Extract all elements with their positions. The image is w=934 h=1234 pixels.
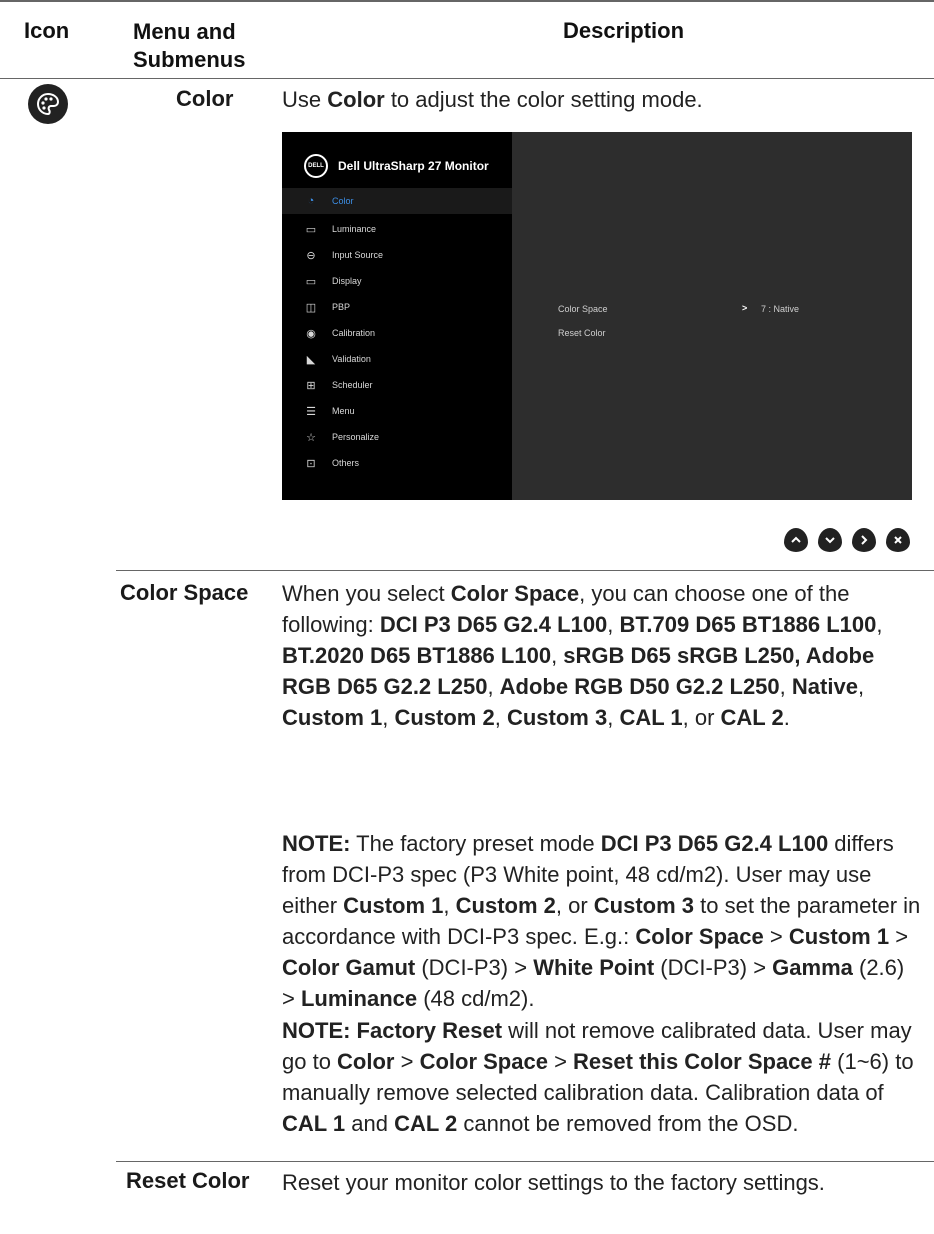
luminance-icon: ▭ — [305, 223, 317, 236]
osd-brand: DELL Dell UltraSharp 27 Monitor — [304, 154, 489, 178]
section-rule-color-space — [116, 570, 934, 571]
color-desc-pre: Use — [282, 87, 328, 112]
osd-item-input-source[interactable]: ⊖ Input Source — [304, 242, 512, 268]
osd-sub-color-space[interactable]: Color Space — [558, 304, 608, 314]
dell-logo: DELL — [304, 154, 328, 178]
color-space-note-1: NOTE: The factory preset mode DCI P3 D65… — [282, 831, 921, 1011]
display-icon: ▭ — [305, 275, 317, 288]
osd-item-scheduler[interactable]: ⊞ Scheduler — [304, 372, 512, 398]
osd-item-label: Input Source — [332, 250, 384, 260]
close-icon[interactable] — [886, 528, 910, 552]
chevron-right-icon: > — [742, 303, 748, 313]
chevron-down-icon[interactable] — [818, 528, 842, 552]
calibration-icon: ◉ — [306, 327, 316, 340]
header-menu-line1: Menu and — [133, 19, 236, 44]
osd-item-pbp[interactable]: ◫ PBP — [304, 294, 512, 320]
header-menu-line2: Submenus — [133, 47, 246, 72]
osd-item-color[interactable]: ◔ Color — [282, 188, 512, 214]
osd-item-calibration[interactable]: ◉ Calibration — [304, 320, 512, 346]
osd-item-display[interactable]: ▭ Display — [304, 268, 512, 294]
menu-icon: ☰ — [306, 405, 316, 418]
osd-item-label: Menu — [332, 406, 355, 416]
scheduler-icon: ⊞ — [306, 379, 316, 392]
chevron-up-icon[interactable] — [784, 528, 808, 552]
osd-item-validation[interactable]: ◣ Validation — [304, 346, 512, 372]
osd-item-label: Others — [332, 458, 360, 468]
osd-sub-reset-color[interactable]: Reset Color — [558, 328, 606, 338]
reset-color-description: Reset your monitor color settings to the… — [282, 1170, 825, 1195]
color-desc-bold: Color — [327, 87, 385, 112]
osd-item-label: Color — [332, 196, 354, 206]
menu-label-color-space: Color Space — [120, 580, 249, 605]
osd-title: Dell UltraSharp 27 Monitor — [338, 159, 489, 173]
nav-buttons — [784, 528, 910, 552]
color-description: Use Color to adjust the color setting mo… — [282, 84, 922, 115]
header-description: Description — [563, 18, 685, 43]
osd-item-label: Validation — [332, 354, 371, 364]
osd-item-personalize[interactable]: ☆ Personalize — [304, 424, 512, 450]
input-source-icon: ⊖ — [306, 249, 316, 262]
osd-item-label: Display — [332, 276, 362, 286]
pbp-icon: ◫ — [305, 301, 317, 314]
others-icon: ⊡ — [306, 457, 316, 470]
color-space-note-2: NOTE: Factory Reset will not remove cali… — [282, 1018, 914, 1136]
osd-item-label: PBP — [332, 302, 351, 312]
osd-item-menu[interactable]: ☰ Menu — [304, 398, 512, 424]
chevron-right-icon[interactable] — [852, 528, 876, 552]
header-menu: Menu and Submenus — [133, 18, 263, 74]
top-rule — [0, 0, 934, 2]
section-rule-reset — [116, 1161, 934, 1162]
palette-icon — [28, 84, 68, 124]
osd-item-luminance[interactable]: ▭ Luminance — [304, 216, 512, 242]
osd-screenshot: DELL Dell UltraSharp 27 Monitor ◔ Color … — [282, 132, 912, 500]
osd-item-label: Calibration — [332, 328, 376, 338]
color-desc-post: to adjust the color setting mode. — [384, 87, 703, 112]
menu-label-color: Color — [176, 86, 234, 111]
osd-item-label: Personalize — [332, 432, 380, 442]
header-icon: Icon — [24, 18, 70, 43]
validation-icon: ◣ — [306, 353, 316, 366]
osd-item-label: Luminance — [332, 224, 377, 234]
color-space-description: When you select Color Space, you can cho… — [282, 581, 883, 730]
osd-item-label: Scheduler — [332, 380, 373, 390]
osd-sidebar: DELL Dell UltraSharp 27 Monitor ◔ Color … — [282, 132, 512, 500]
palette-icon: ◔ — [307, 195, 315, 207]
menu-label-reset-color: Reset Color — [126, 1168, 250, 1193]
osd-sub-value: 7 : Native — [761, 304, 800, 314]
star-icon: ☆ — [306, 431, 316, 444]
header-rule — [0, 78, 934, 79]
osd-item-others[interactable]: ⊡ Others — [304, 450, 512, 476]
